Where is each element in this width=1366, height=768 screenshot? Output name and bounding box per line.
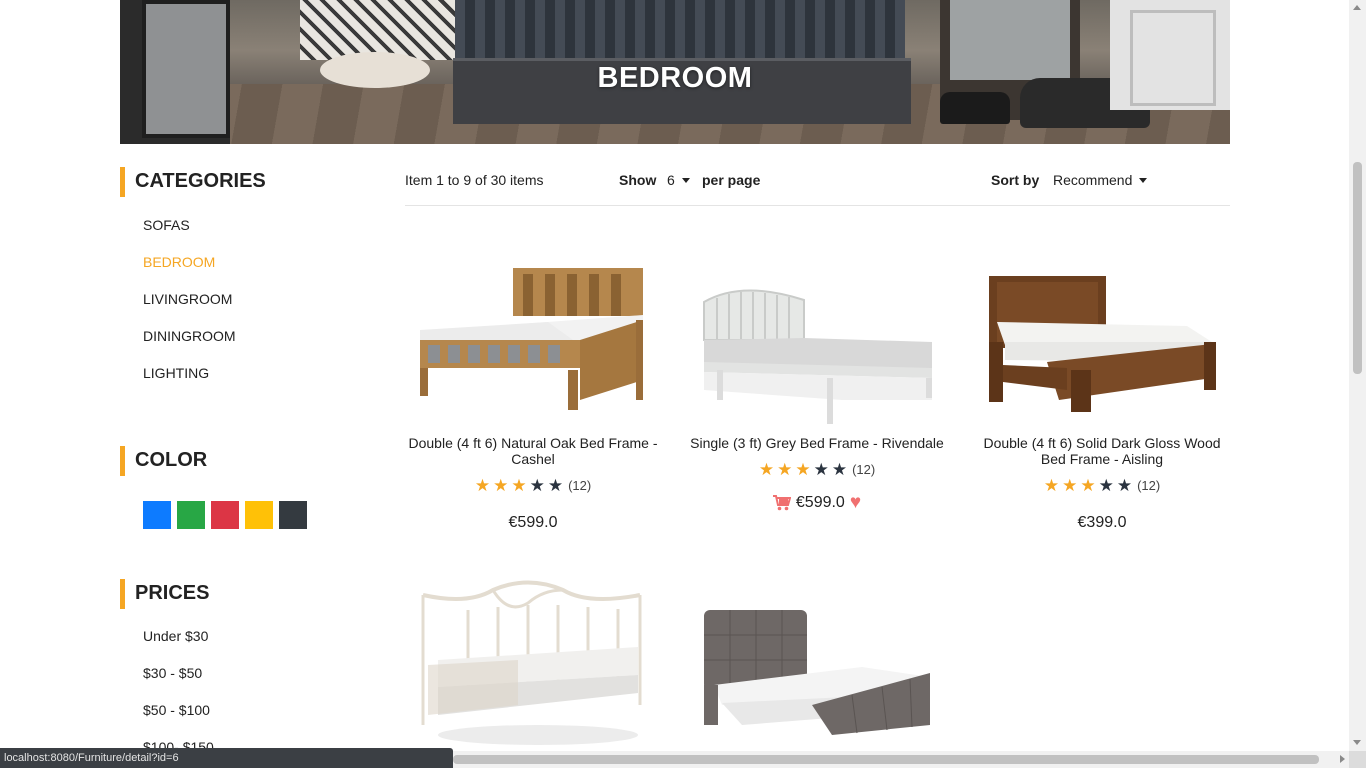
color-heading: COLOR — [120, 444, 370, 476]
banner-chair — [300, 0, 470, 60]
product-price: €399.0 — [1077, 514, 1127, 531]
review-count: (12) — [852, 462, 876, 477]
star-filled-icon: ★ — [511, 476, 527, 495]
show-label: Show — [619, 172, 657, 188]
product-name[interactable]: Double (4 ft 6) Solid Dark Gloss Wood Be… — [967, 435, 1237, 467]
category-item-sofas[interactable]: SOFAS — [143, 215, 370, 252]
price-list: Under $30 $30 - $50 $50 - $100 $100- $15… — [120, 626, 370, 768]
product-card[interactable] — [398, 575, 668, 751]
star-filled-icon: ★ — [493, 476, 509, 495]
star-empty-icon: ★ — [547, 476, 564, 495]
prices-heading: PRICES — [120, 577, 370, 609]
grey-bed-image[interactable] — [682, 250, 952, 435]
banner-title: BEDROOM — [597, 62, 753, 94]
sort-value: Recommend — [1053, 172, 1133, 188]
product-card[interactable]: Double (4 ft 6) Solid Dark Gloss Wood Be… — [967, 250, 1237, 532]
star-empty-icon: ★ — [529, 476, 545, 495]
product-card[interactable]: Single (3 ft) Grey Bed Frame - Rivendale… — [682, 250, 952, 514]
star-filled-icon: ★ — [1062, 476, 1078, 495]
review-count: (12) — [568, 478, 592, 493]
categories-heading: CATEGORIES — [120, 165, 370, 197]
product-card[interactable]: Double (4 ft 6) Natural Oak Bed Frame - … — [398, 250, 668, 532]
star-empty-icon: ★ — [813, 460, 829, 479]
product-card[interactable] — [682, 575, 952, 751]
product-name[interactable]: Double (4 ft 6) Natural Oak Bed Frame - … — [398, 435, 668, 467]
star-empty-icon: ★ — [1098, 476, 1114, 495]
scroll-down-icon[interactable] — [1353, 740, 1361, 745]
link-status-bar: localhost:8080/Furniture/detail?id=6 — [0, 748, 453, 768]
price-item-30-50[interactable]: $30 - $50 — [143, 663, 370, 700]
star-filled-icon: ★ — [474, 476, 491, 495]
product-rating: ★ ★ ★ ★ ★ (12) — [398, 477, 668, 494]
category-item-diningroom[interactable]: DININGROOM — [143, 326, 370, 363]
color-swatch-blue[interactable] — [143, 501, 171, 529]
product-price: €599.0 — [508, 514, 558, 531]
star-filled-icon: ★ — [777, 460, 793, 479]
scrollbar-corner — [1349, 751, 1366, 768]
product-rating: ★ ★ ★ ★ ★ (12) — [682, 461, 952, 478]
category-item-lighting[interactable]: LIGHTING — [143, 363, 370, 400]
product-price: €599.0 — [795, 494, 845, 511]
vertical-scroll-thumb[interactable] — [1353, 162, 1362, 374]
review-count: (12) — [1137, 478, 1161, 493]
sort-label: Sort by — [991, 172, 1040, 188]
scroll-up-icon[interactable] — [1353, 5, 1361, 10]
caret-down-icon — [1139, 177, 1148, 183]
product-price-row: €599.0 ♥ — [682, 492, 952, 514]
oak-bed-image[interactable] — [398, 250, 668, 435]
product-name[interactable]: Single (3 ft) Grey Bed Frame - Rivendale — [682, 435, 952, 451]
star-filled-icon: ★ — [795, 460, 811, 479]
filter-sidebar: CATEGORIES SOFAS BEDROOM LIVINGROOM DINI… — [120, 165, 370, 768]
color-swatches — [120, 501, 370, 529]
category-banner: BEDROOM — [120, 0, 1230, 144]
listing-toolbar: Item 1 to 9 of 30 items Show 6 per page … — [405, 165, 1230, 206]
banner-blanket — [455, 0, 905, 60]
product-rating: ★ ★ ★ ★ ★ (12) — [967, 477, 1237, 494]
category-item-bedroom[interactable]: BEDROOM — [143, 252, 370, 289]
per-page-dropdown[interactable]: 6 — [667, 172, 690, 188]
add-to-cart-icon[interactable] — [772, 495, 791, 511]
star-empty-icon: ★ — [831, 460, 848, 479]
color-swatch-red[interactable] — [211, 501, 239, 529]
caret-down-icon — [681, 177, 690, 183]
sort-dropdown[interactable]: Recommend — [1053, 172, 1148, 188]
horizontal-scroll-thumb[interactable] — [453, 755, 1319, 764]
color-swatch-green[interactable] — [177, 501, 205, 529]
price-item-50-100[interactable]: $50 - $100 — [143, 700, 370, 737]
star-filled-icon: ★ — [1080, 476, 1096, 495]
per-page-value: 6 — [667, 172, 675, 188]
banner-boots — [940, 92, 1010, 124]
star-filled-icon: ★ — [758, 460, 775, 479]
upholstered-bed-image[interactable] — [682, 575, 952, 751]
price-item-under-30[interactable]: Under $30 — [143, 626, 370, 663]
star-filled-icon: ★ — [1043, 476, 1060, 495]
category-list: SOFAS BEDROOM LIVINGROOM DININGROOM LIGH… — [120, 215, 370, 400]
dark-wood-bed-image[interactable] — [967, 250, 1237, 435]
star-empty-icon: ★ — [1116, 476, 1133, 495]
per-page-label: per page — [702, 172, 761, 188]
item-count-text: Item 1 to 9 of 30 items — [405, 172, 544, 188]
color-swatch-dark[interactable] — [279, 501, 307, 529]
color-swatch-yellow[interactable] — [245, 501, 273, 529]
vertical-scrollbar[interactable] — [1349, 0, 1366, 751]
category-item-livingroom[interactable]: LIVINGROOM — [143, 289, 370, 326]
metal-daybed-image[interactable] — [398, 575, 668, 751]
heart-icon[interactable]: ♥ — [850, 492, 861, 514]
scroll-right-icon[interactable] — [1340, 755, 1345, 763]
